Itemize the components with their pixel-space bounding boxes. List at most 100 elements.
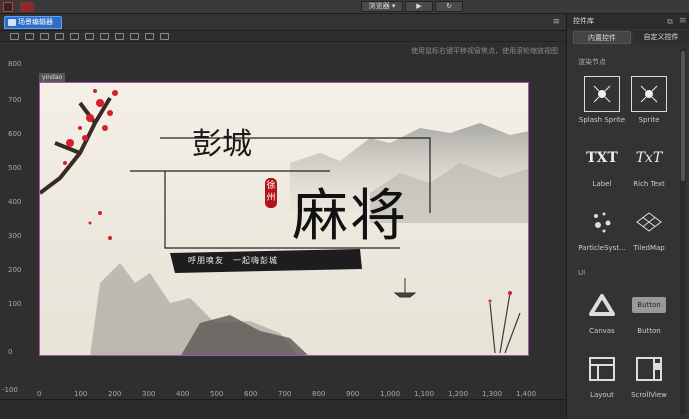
slogan-text: 呼朋唤友 一起嗨彭城 — [188, 256, 278, 265]
x-tick: 300 — [142, 390, 156, 398]
align-top-tool-icon[interactable] — [10, 33, 19, 40]
y-tick: 300 — [8, 232, 22, 240]
record-icon[interactable] — [20, 2, 34, 12]
y-tick: 500 — [8, 164, 22, 172]
layout-icon — [584, 351, 620, 387]
x-tick: 800 — [312, 390, 326, 398]
widget-particle-system[interactable]: ParticleSyst... — [577, 204, 627, 252]
widget-button[interactable]: Button Button — [624, 287, 674, 335]
distribute-b-tool-icon[interactable] — [145, 33, 154, 40]
align-middle-tool-icon[interactable] — [25, 33, 34, 40]
editor-header: 场景编辑器 ≡ — [0, 14, 566, 31]
section-render-nodes: 渲染节点 — [578, 58, 606, 66]
widget-label: ScrollView — [631, 391, 667, 399]
button-glyph: Button — [632, 297, 666, 313]
top-bar: 浏览器 ▾ ▶ ↻ — [0, 0, 689, 14]
button-icon: Button — [631, 287, 667, 323]
align-center-tool-icon[interactable] — [70, 33, 79, 40]
widget-rich-text[interactable]: TxT Rich Text — [624, 140, 674, 188]
y-tick: 100 — [8, 300, 22, 308]
y-tick: 800 — [8, 60, 22, 68]
widget-scrollview[interactable]: ScrollView — [624, 351, 674, 399]
branch — [40, 96, 112, 195]
panel-popout-icon[interactable]: ⧉ — [667, 17, 673, 27]
richtext-icon: TxT — [631, 140, 667, 176]
widget-label: Layout — [590, 391, 614, 399]
widget-label: Sprite — [638, 116, 660, 124]
align-right-tool-icon[interactable] — [85, 33, 94, 40]
x-tick: 1,100 — [414, 390, 435, 398]
scene-view[interactable]: 使用鼠标右键平移视窗焦点，使用滚轮缩放视图 800 700 600 500 40… — [0, 42, 566, 399]
canvas-icon — [584, 287, 620, 323]
preview-select[interactable]: 浏览器 ▾ — [361, 1, 403, 12]
play-icon: ▶ — [416, 2, 422, 10]
scene-hint: 使用鼠标右键平移视窗焦点，使用滚轮缩放视图 — [411, 47, 558, 55]
title-main: 麻将 — [292, 184, 408, 249]
distribute-c-tool-icon[interactable] — [160, 33, 169, 40]
x-tick: 200 — [108, 390, 122, 398]
align-bottom-tool-icon[interactable] — [40, 33, 49, 40]
label-txt-icon: TXT — [584, 140, 620, 176]
widget-canvas[interactable]: Canvas — [577, 287, 627, 335]
play-button[interactable]: ▶ — [405, 1, 433, 12]
tab-custom-label: 自定义控件 — [643, 33, 679, 41]
distribute-v-tool-icon[interactable] — [100, 33, 109, 40]
tab-builtin-widgets[interactable]: 内置控件 — [573, 31, 631, 44]
widget-sprite[interactable]: Sprite — [624, 76, 674, 124]
x-tick: 700 — [278, 390, 292, 398]
tab-scene-editor[interactable]: 场景编辑器 — [4, 16, 62, 29]
x-tick: 1,300 — [482, 390, 503, 398]
scrollview-icon — [631, 351, 667, 387]
design-canvas[interactable]: 彭城 麻将 徐州 呼朋唤友 一起嗨彭城 — [39, 82, 529, 356]
tab-custom-widgets[interactable]: 自定义控件 — [633, 31, 689, 44]
x-tick: 1,200 — [448, 390, 469, 398]
ink-painting — [40, 89, 528, 355]
x-tick: 400 — [176, 390, 190, 398]
transform-toolbar — [0, 31, 566, 42]
y-tick: -100 — [2, 386, 18, 394]
seal-text: 徐州 — [266, 181, 276, 203]
widget-label: ParticleSyst... — [578, 244, 626, 252]
x-tick: 1,000 — [380, 390, 401, 398]
particle-icon — [584, 204, 620, 240]
preview-label: 浏览器 — [368, 2, 390, 10]
y-tick: 400 — [8, 198, 22, 206]
refresh-icon: ↻ — [446, 2, 452, 10]
align-left-tool-icon[interactable] — [55, 33, 64, 40]
x-tick: 100 — [74, 390, 88, 398]
x-tick: 1,400 — [516, 390, 537, 398]
panel-scrollbar-thumb[interactable] — [681, 51, 685, 181]
tiledmap-icon — [631, 204, 667, 240]
section-ui: UI — [578, 269, 586, 277]
x-tick: 0 — [37, 390, 42, 398]
reed — [489, 292, 521, 354]
widget-library-panel: 控件库 ⧉ ≡ 内置控件 自定义控件 渲染节点 Splash Sprite Sp… — [566, 14, 689, 419]
widget-label: Button — [637, 327, 661, 335]
widget-splash-sprite[interactable]: Splash Sprite — [577, 76, 627, 124]
label-glyph: TXT — [586, 150, 618, 166]
editor-menu-icon[interactable]: ≡ — [552, 17, 560, 27]
panel-menu-icon[interactable]: ≡ — [679, 16, 687, 26]
scene-editor-icon — [8, 19, 16, 26]
y-tick: 600 — [8, 130, 22, 138]
x-tick: 600 — [244, 390, 258, 398]
refresh-button[interactable]: ↻ — [435, 1, 463, 12]
widget-tiledmap[interactable]: TiledMap — [624, 204, 674, 252]
y-tick: 700 — [8, 96, 22, 104]
canvas-node-name: yindao — [39, 73, 66, 82]
widget-layout[interactable]: Layout — [577, 351, 627, 399]
distribute-h-tool-icon[interactable] — [115, 33, 124, 40]
richtext-glyph: TxT — [635, 150, 663, 166]
widget-label: TiledMap — [633, 244, 665, 252]
panel-scrollbar[interactable] — [680, 49, 686, 415]
sprite-icon — [631, 76, 667, 112]
tab-label: 场景编辑器 — [18, 18, 53, 26]
widget-label[interactable]: TXT Label — [577, 140, 627, 188]
y-tick: 200 — [8, 266, 22, 274]
widget-label: Label — [592, 180, 612, 188]
horizontal-scrollbar[interactable] — [0, 399, 566, 419]
app-logo-icon — [3, 2, 13, 12]
x-tick: 900 — [346, 390, 360, 398]
distribute-a-tool-icon[interactable] — [130, 33, 139, 40]
y-tick: 0 — [8, 348, 13, 356]
